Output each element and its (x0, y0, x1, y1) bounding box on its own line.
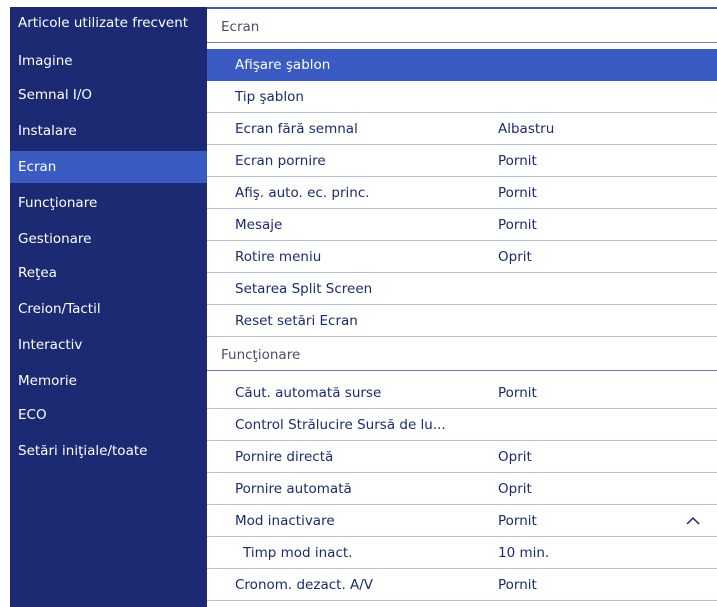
section-title: Funcţionare (221, 347, 301, 363)
setting-label: Reset setări Ecran (235, 313, 358, 329)
setting-row-direct-power-on[interactable]: Pornire directă Oprit (207, 441, 717, 473)
sidebar-item-interactive[interactable]: Interactiv (10, 329, 207, 361)
setting-label: Timp mod inact. (243, 545, 353, 561)
setting-label: Afiş. auto. ec. princ. (235, 185, 370, 201)
section-header-operation: Funcţionare (207, 339, 717, 371)
setting-row-split-screen[interactable]: Setarea Split Screen (207, 273, 717, 305)
setting-value: Pornit (498, 153, 537, 169)
setting-value: Pornit (498, 385, 537, 401)
setting-value: Pornit (498, 217, 537, 233)
sidebar-item-screen[interactable]: Ecran (10, 151, 207, 183)
setting-row-sleep-mode-timer[interactable]: Timp mod inact. 10 min. (207, 537, 717, 569)
sidebar-item-memory[interactable]: Memorie (10, 365, 207, 397)
panel-top-border (207, 7, 717, 9)
setting-row-pattern-display[interactable]: Afişare şablon (207, 49, 717, 81)
setting-label: Mesaje (235, 217, 283, 233)
setting-label: Mod inactivare (235, 513, 335, 529)
setting-label: Căut. automată surse (235, 385, 382, 401)
setting-label: Ecran pornire (235, 153, 326, 169)
projector-menu: Articole utilizate frecvent Imagine Semn… (10, 7, 717, 607)
setting-row-av-mute-timer[interactable]: Cronom. dezact. A/V Pornit (207, 569, 717, 601)
setting-row-sleep-mode[interactable]: Mod inactivare Pornit (207, 505, 717, 537)
setting-row-reset-screen[interactable]: Reset setări Ecran (207, 305, 717, 337)
setting-row-light-source-brightness[interactable]: Control Strălucire Sursă de lu... (207, 409, 717, 441)
sidebar-item-network[interactable]: Reţea (10, 257, 207, 289)
sidebar-item-initial-settings[interactable]: Setări iniţiale/toate (10, 435, 207, 467)
chevron-up-icon[interactable] (685, 505, 701, 537)
setting-row-startup-screen[interactable]: Ecran pornire Pornit (207, 145, 717, 177)
setting-row-auto-power-on[interactable]: Pornire automată Oprit (207, 473, 717, 505)
sidebar: Articole utilizate frecvent Imagine Semn… (10, 7, 207, 607)
setting-value: Pornit (498, 577, 537, 593)
setting-value: 10 min. (498, 545, 550, 561)
section-header-screen: Ecran (207, 11, 717, 43)
setting-label: Pornire automată (235, 481, 352, 497)
sidebar-item-pen-touch[interactable]: Creion/Tactil (10, 293, 207, 325)
sidebar-item-management[interactable]: Gestionare (10, 223, 207, 255)
setting-value: Pornit (498, 185, 537, 201)
setting-row-pattern-type[interactable]: Tip şablon (207, 81, 717, 113)
setting-row-menu-rotation[interactable]: Rotire meniu Oprit (207, 241, 717, 273)
settings-panel: Ecran Afişare şablon Tip şablon Ecran fă… (207, 7, 717, 607)
setting-label: Control Strălucire Sursă de lu... (235, 417, 446, 433)
setting-value: Oprit (498, 249, 532, 265)
setting-label: Ecran fără semnal (235, 121, 358, 137)
setting-label: Cronom. dezact. A/V (235, 577, 374, 593)
setting-row-messages[interactable]: Mesaje Pornit (207, 209, 717, 241)
sidebar-item-installation[interactable]: Instalare (10, 115, 207, 147)
setting-label: Tip şablon (235, 89, 304, 105)
setting-row-auto-source-search[interactable]: Căut. automată surse Pornit (207, 377, 717, 409)
setting-value: Oprit (498, 481, 532, 497)
section-title: Ecran (221, 19, 260, 35)
setting-row-auto-home-screen[interactable]: Afiş. auto. ec. princ. Pornit (207, 177, 717, 209)
setting-row-no-signal-screen[interactable]: Ecran fără semnal Albastru (207, 113, 717, 145)
sidebar-item-frequent[interactable]: Articole utilizate frecvent (10, 7, 207, 39)
sidebar-item-signal-io[interactable]: Semnal I/O (10, 79, 207, 111)
sidebar-item-operation[interactable]: Funcţionare (10, 187, 207, 219)
setting-value: Oprit (498, 449, 532, 465)
setting-label: Pornire directă (235, 449, 334, 465)
setting-value: Albastru (498, 121, 555, 137)
sidebar-item-image[interactable]: Imagine (10, 45, 207, 77)
sidebar-item-eco[interactable]: ECO (10, 399, 207, 431)
setting-label: Rotire meniu (235, 249, 322, 265)
setting-value: Pornit (498, 513, 537, 529)
setting-label: Setarea Split Screen (235, 281, 373, 297)
setting-label: Afişare şablon (235, 57, 331, 73)
